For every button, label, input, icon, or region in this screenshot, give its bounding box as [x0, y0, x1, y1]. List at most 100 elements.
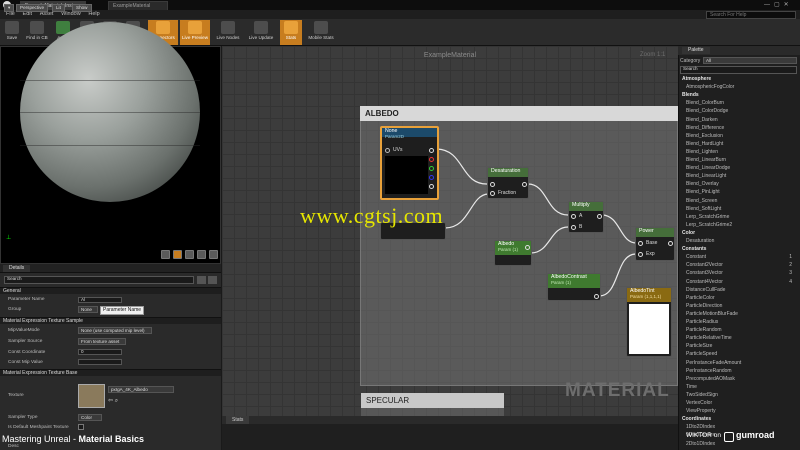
palette-item[interactable]: Constant 1: [680, 253, 798, 261]
albedo-tint-preview: [629, 304, 669, 354]
category-dropdown[interactable]: All: [703, 57, 797, 64]
palette-item[interactable]: 2Dto1DIndex: [680, 440, 798, 448]
palette-item[interactable]: Blend_Darken: [680, 116, 798, 124]
albedo-param-subtitle: Param (1): [498, 247, 519, 252]
palette-item[interactable]: ParticleMotionBlurFade: [680, 310, 798, 318]
palette-item-label: Color: [682, 229, 696, 236]
palette-item[interactable]: ViewProperty: [680, 407, 798, 415]
palette-item-label: ParticleSize: [686, 343, 713, 350]
palette-item[interactable]: Blend_HardLight: [680, 140, 798, 148]
palette-category[interactable]: Constants: [680, 245, 798, 253]
albedo-output-pin[interactable]: [525, 245, 530, 250]
palette-search-input[interactable]: Search: [680, 66, 797, 74]
palette-item-shortcut: 2: [789, 262, 792, 269]
desaturation-input-pin[interactable]: [490, 182, 495, 187]
palette-item[interactable]: Lerp_ScratchGrime2: [680, 221, 798, 229]
power-output-pin[interactable]: [668, 241, 673, 246]
palette-item[interactable]: TwoSidedSign: [680, 391, 798, 399]
palette-item[interactable]: Blend_ColorBurn: [680, 99, 798, 107]
desaturation-node-title: Desaturation: [488, 168, 528, 177]
palette-item[interactable]: Blend_PinLight: [680, 188, 798, 196]
palette-item[interactable]: Blend_ColorDodge: [680, 107, 798, 115]
palette-category[interactable]: Coordinates: [680, 415, 798, 423]
palette-item-label: Blend_ColorBurn: [686, 100, 725, 107]
palette-category[interactable]: Atmosphere: [680, 75, 798, 83]
palette-item[interactable]: ParticleSpeed: [680, 350, 798, 358]
palette-item-label: Atmosphere: [682, 76, 712, 82]
palette-item-label: AtmosphericFogColor: [686, 84, 735, 91]
palette-item[interactable]: Blend_Overlay: [680, 180, 798, 188]
palette-item[interactable]: Desaturation: [680, 237, 798, 245]
caption-prefix: Mastering Unreal -: [2, 434, 79, 444]
palette-item-label: ParticleColor: [686, 294, 715, 301]
palette-item[interactable]: Constant2Vector 2: [680, 261, 798, 269]
desaturation-output-pin[interactable]: [522, 182, 527, 187]
albedo-tint-node[interactable]: AlbedoTint Param (1,1,1,1): [626, 287, 672, 357]
palette-item-shortcut: 3: [789, 270, 792, 277]
palette-item[interactable]: ParticleSize: [680, 342, 798, 350]
power-base-pin[interactable]: [638, 241, 643, 246]
texture-sample-node[interactable]: None Param2D UVs: [380, 126, 439, 200]
palette-item[interactable]: Blend_Difference: [680, 124, 798, 132]
palette-item[interactable]: Constant4Vector 4: [680, 278, 798, 286]
palette-item[interactable]: Blend_Screen: [680, 197, 798, 205]
multiply-a-pin[interactable]: [571, 214, 576, 219]
category-label: Category: [680, 58, 701, 64]
palette-tab-bar: Palette: [678, 46, 800, 55]
palette-item-label: Constant: [686, 254, 707, 261]
palette-item[interactable]: VertexColor: [680, 399, 798, 407]
a-output-pin[interactable]: [429, 184, 434, 189]
b-output-pin[interactable]: [429, 175, 434, 180]
albedo-contrast-subtitle: Param (1): [551, 280, 572, 285]
palette-tab[interactable]: Palette: [682, 47, 710, 54]
rgb-output-pin[interactable]: [429, 148, 434, 153]
palette-item[interactable]: ParticleRelativeTime: [680, 334, 798, 342]
palette-item[interactable]: AtmosphericFogColor: [680, 83, 798, 91]
fraction-pin[interactable]: [490, 191, 495, 196]
power-node[interactable]: Power Base Exp: [635, 227, 675, 261]
r-output-pin[interactable]: [429, 157, 434, 162]
g-output-pin[interactable]: [429, 166, 434, 171]
palette-item[interactable]: Time: [680, 383, 798, 391]
palette-item-shortcut: 1: [789, 254, 792, 261]
palette-item[interactable]: Lerp_ScratchGrime: [680, 213, 798, 221]
albedo-contrast-node[interactable]: AlbedoContrast Param (1): [547, 273, 601, 301]
palette-item-label: Blends: [682, 92, 699, 99]
desaturation-node[interactable]: Desaturation Fraction: [487, 167, 529, 199]
uvs-pin[interactable]: [385, 148, 390, 153]
palette-item[interactable]: ParticleDirection: [680, 302, 798, 310]
palette-category[interactable]: Blends: [680, 91, 798, 99]
stats-tab[interactable]: Stats: [226, 416, 250, 424]
palette-item[interactable]: Blend_LinearLight: [680, 172, 798, 180]
palette-category[interactable]: Color: [680, 229, 798, 237]
palette-item[interactable]: ParticleColor: [680, 294, 798, 302]
palette-item-label: Lerp_ScratchGrime: [686, 213, 730, 220]
multiply-output-pin[interactable]: [597, 214, 602, 219]
palette-item[interactable]: PerInstanceFadeAmount: [680, 359, 798, 367]
palette-item[interactable]: Constant3Vector 3: [680, 269, 798, 277]
palette-item[interactable]: DistanceCullFade: [680, 286, 798, 294]
palette-item[interactable]: PrecomputedAOMask: [680, 375, 798, 383]
palette-item[interactable]: Blend_LinearDodge: [680, 164, 798, 172]
palette-item[interactable]: Blend_SoftLight: [680, 205, 798, 213]
specular-comment-title[interactable]: SPECULAR: [361, 393, 504, 408]
power-exp-pin[interactable]: [638, 252, 643, 257]
palette-item[interactable]: Blend_Lighten: [680, 148, 798, 156]
multiply-b-label: B: [579, 224, 583, 230]
multiply-b-pin[interactable]: [571, 225, 576, 230]
multiply-node[interactable]: Multiply A B: [568, 201, 604, 233]
palette-item-label: ParticleSpeed: [686, 351, 718, 358]
albedo-tint-header: AlbedoTint Param (1,1,1,1): [627, 288, 671, 302]
albedo-contrast-output-pin[interactable]: [594, 294, 599, 299]
palette-item[interactable]: PerInstanceRandom: [680, 367, 798, 375]
palette-item[interactable]: Blend_LinearBurn: [680, 156, 798, 164]
albedo-param-node[interactable]: Albedo Param (1): [494, 240, 532, 266]
texture-node-subtitle: Param2D: [385, 134, 405, 139]
palette-item[interactable]: ParticleRadius: [680, 318, 798, 326]
palette-item[interactable]: Blend_Exclusion: [680, 132, 798, 140]
palette-item-label: ParticleDirection: [686, 302, 723, 309]
author-credit: WIKTOR on: [686, 432, 721, 439]
power-exp-label: Exp: [646, 251, 655, 257]
palette-item[interactable]: ParticleRandom: [680, 326, 798, 334]
site-watermark: www.cgtsj.com: [300, 203, 444, 228]
